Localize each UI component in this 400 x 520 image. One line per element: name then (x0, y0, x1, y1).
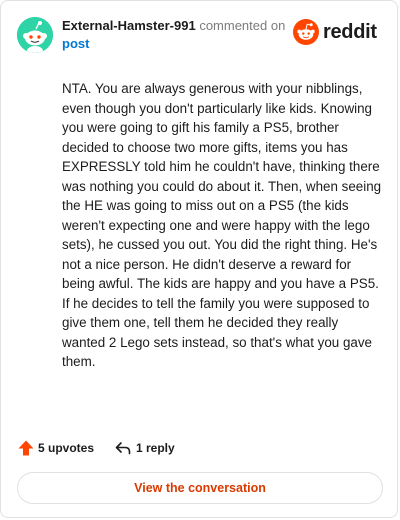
reddit-snoo-icon (293, 19, 319, 45)
comment-card: External-Hamster-991 commented on post r… (0, 0, 398, 518)
reply-arrow-icon[interactable] (114, 439, 132, 457)
comment-header: External-Hamster-991 commented on post r… (17, 17, 385, 57)
reddit-logo[interactable]: reddit (293, 19, 385, 47)
post-link[interactable]: post (62, 35, 312, 53)
comment-body: NTA. You are always generous with your n… (62, 81, 382, 369)
comment-meta: External-Hamster-991 commented on post (62, 17, 312, 53)
commented-on-text: commented on (199, 18, 286, 33)
reply-count[interactable]: 1 reply (136, 440, 175, 456)
reddit-wordmark: reddit (323, 21, 377, 43)
comment-actions: 5 upvotes 1 reply (17, 437, 317, 459)
upvote-arrow-icon[interactable] (17, 439, 35, 457)
avatar[interactable] (17, 17, 53, 53)
view-conversation-button[interactable]: View the conversation (17, 472, 383, 504)
snoo-avatar-icon (17, 17, 53, 53)
upvote-count: 5 upvotes (38, 441, 95, 455)
username[interactable]: External-Hamster-991 (62, 18, 196, 33)
